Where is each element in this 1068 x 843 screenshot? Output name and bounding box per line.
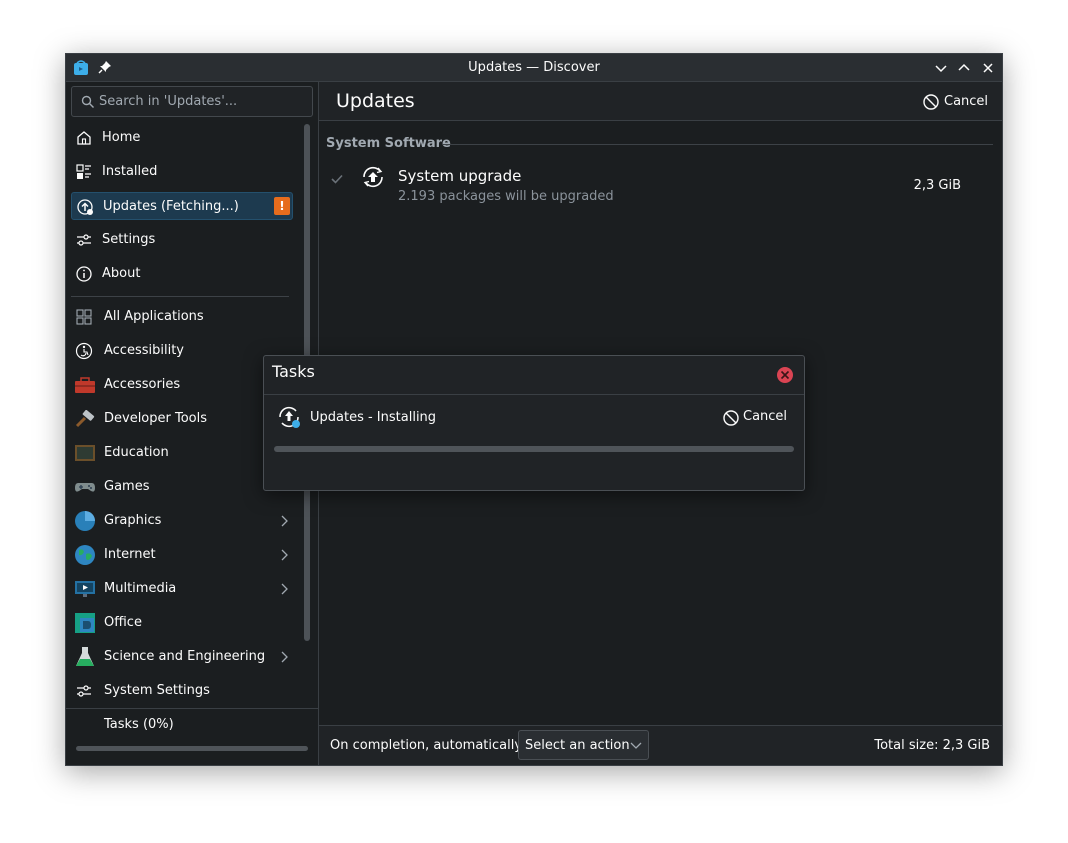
category-label: Multimedia (104, 581, 177, 596)
sidebar-item-label: About (102, 266, 141, 281)
section-divider (443, 144, 993, 145)
category-games[interactable]: Games (71, 473, 293, 501)
settings-sliders-icon (77, 234, 91, 246)
category-accessibility[interactable]: Accessibility (71, 337, 293, 365)
category-office[interactable]: Office (71, 609, 293, 637)
sidebar-divider (71, 296, 289, 297)
home-icon (77, 131, 91, 145)
sliders-icon (77, 685, 91, 697)
update-name: System upgrade (398, 167, 522, 185)
chevron-right-icon (281, 583, 288, 595)
chalkboard-icon (75, 445, 95, 461)
installed-list-icon (76, 164, 91, 179)
chevron-right-icon (281, 515, 288, 527)
cancel-label: Cancel (743, 409, 788, 424)
category-label: Science and Engineering (104, 649, 266, 664)
chevron-right-icon (281, 651, 288, 663)
globe-icon (75, 545, 95, 565)
sidebar-item-label: Installed (102, 164, 158, 179)
select-value: Select an action (525, 738, 630, 753)
warning-badge: ! (274, 197, 290, 215)
window-title: Updates — Discover (468, 60, 600, 75)
sidebar-item-about[interactable]: About (71, 260, 293, 288)
update-size: 2,3 GiB (913, 178, 961, 193)
search-input[interactable]: Search in 'Updates'... (71, 86, 313, 117)
grid-icon (76, 309, 92, 325)
category-multimedia[interactable]: Multimedia (71, 575, 293, 603)
info-icon (76, 266, 92, 282)
sidebar-item-home[interactable]: Home (71, 124, 293, 152)
task-progress-bar (274, 446, 794, 452)
category-graphics[interactable]: Graphics (71, 507, 293, 535)
tasks-label[interactable]: Tasks (0%) (104, 717, 174, 732)
sidebar-item-updates[interactable]: Updates (Fetching...) ! (71, 192, 293, 220)
category-label: System Settings (104, 683, 210, 698)
category-system-settings[interactable]: System Settings (71, 677, 293, 705)
category-label: Graphics (104, 513, 162, 528)
chevron-right-icon (281, 549, 288, 561)
category-label: Education (104, 445, 169, 460)
update-icon (77, 199, 93, 215)
system-upgrade-icon (363, 166, 383, 188)
gamepad-icon (75, 483, 95, 492)
toolbox-icon (75, 377, 95, 393)
accessibility-icon (75, 342, 93, 360)
completion-label: On completion, automatically: (330, 738, 526, 753)
close-icon[interactable] (776, 366, 794, 384)
search-placeholder: Search in 'Updates'... (99, 94, 238, 109)
dialog-title: Tasks (272, 362, 315, 381)
category-education[interactable]: Education (71, 439, 293, 467)
flask-icon (76, 647, 94, 666)
titlebar: Updates — Discover (66, 54, 1002, 82)
tasks-progress-bar (76, 746, 308, 751)
checkbox-checked-icon[interactable] (329, 171, 345, 187)
tasks-dialog: Tasks Updates - Installing Cancel (263, 355, 805, 491)
category-developer-tools[interactable]: Developer Tools (71, 405, 293, 433)
dialog-header: Tasks (264, 356, 804, 395)
search-icon (81, 95, 94, 108)
cancel-icon (723, 410, 739, 426)
task-cancel-button[interactable]: Cancel (722, 408, 792, 428)
sidebar-item-settings[interactable]: Settings (71, 226, 293, 254)
chevron-down-icon (630, 742, 642, 749)
page-title: Updates (336, 90, 415, 112)
category-science-engineering[interactable]: Science and Engineering (71, 643, 293, 671)
update-icon (279, 406, 300, 428)
completion-action-select[interactable]: Select an action (518, 730, 649, 760)
category-label: Games (104, 479, 150, 494)
category-label: All Applications (104, 309, 204, 324)
total-size: Total size: 2,3 GiB (874, 738, 990, 753)
sidebar-item-label: Home (102, 130, 141, 145)
section-title: System Software (326, 136, 451, 151)
page-footer: On completion, automatically: Select an … (319, 725, 1002, 765)
category-label: Internet (104, 547, 156, 562)
graphics-icon (75, 511, 95, 531)
task-name: Updates - Installing (310, 410, 437, 425)
category-label: Accessories (104, 377, 181, 392)
tasks-footer[interactable]: Tasks (0%) (66, 708, 319, 765)
update-description: 2.193 packages will be upgraded (398, 189, 614, 204)
category-label: Office (104, 615, 142, 630)
category-label: Accessibility (104, 343, 184, 358)
minimize-icon[interactable] (932, 59, 950, 77)
sidebar-item-label: Updates (Fetching...) (103, 199, 239, 214)
hammer-icon (75, 410, 95, 428)
cancel-label: Cancel (944, 94, 989, 109)
sidebar-item-label: Settings (102, 232, 156, 247)
category-internet[interactable]: Internet (71, 541, 293, 569)
update-row[interactable]: System upgrade 2.193 packages will be up… (319, 155, 1002, 205)
category-all-applications[interactable]: All Applications (71, 303, 293, 331)
cancel-icon (923, 94, 939, 110)
office-icon (75, 613, 95, 633)
page-header: Updates Cancel (319, 82, 1002, 121)
category-accessories[interactable]: Accessories (71, 371, 293, 399)
maximize-icon[interactable] (955, 59, 973, 77)
cancel-button[interactable]: Cancel (922, 93, 988, 113)
sidebar-item-installed[interactable]: Installed (71, 158, 293, 186)
monitor-icon (75, 581, 95, 597)
close-icon[interactable] (979, 59, 997, 77)
category-label: Developer Tools (104, 411, 208, 426)
